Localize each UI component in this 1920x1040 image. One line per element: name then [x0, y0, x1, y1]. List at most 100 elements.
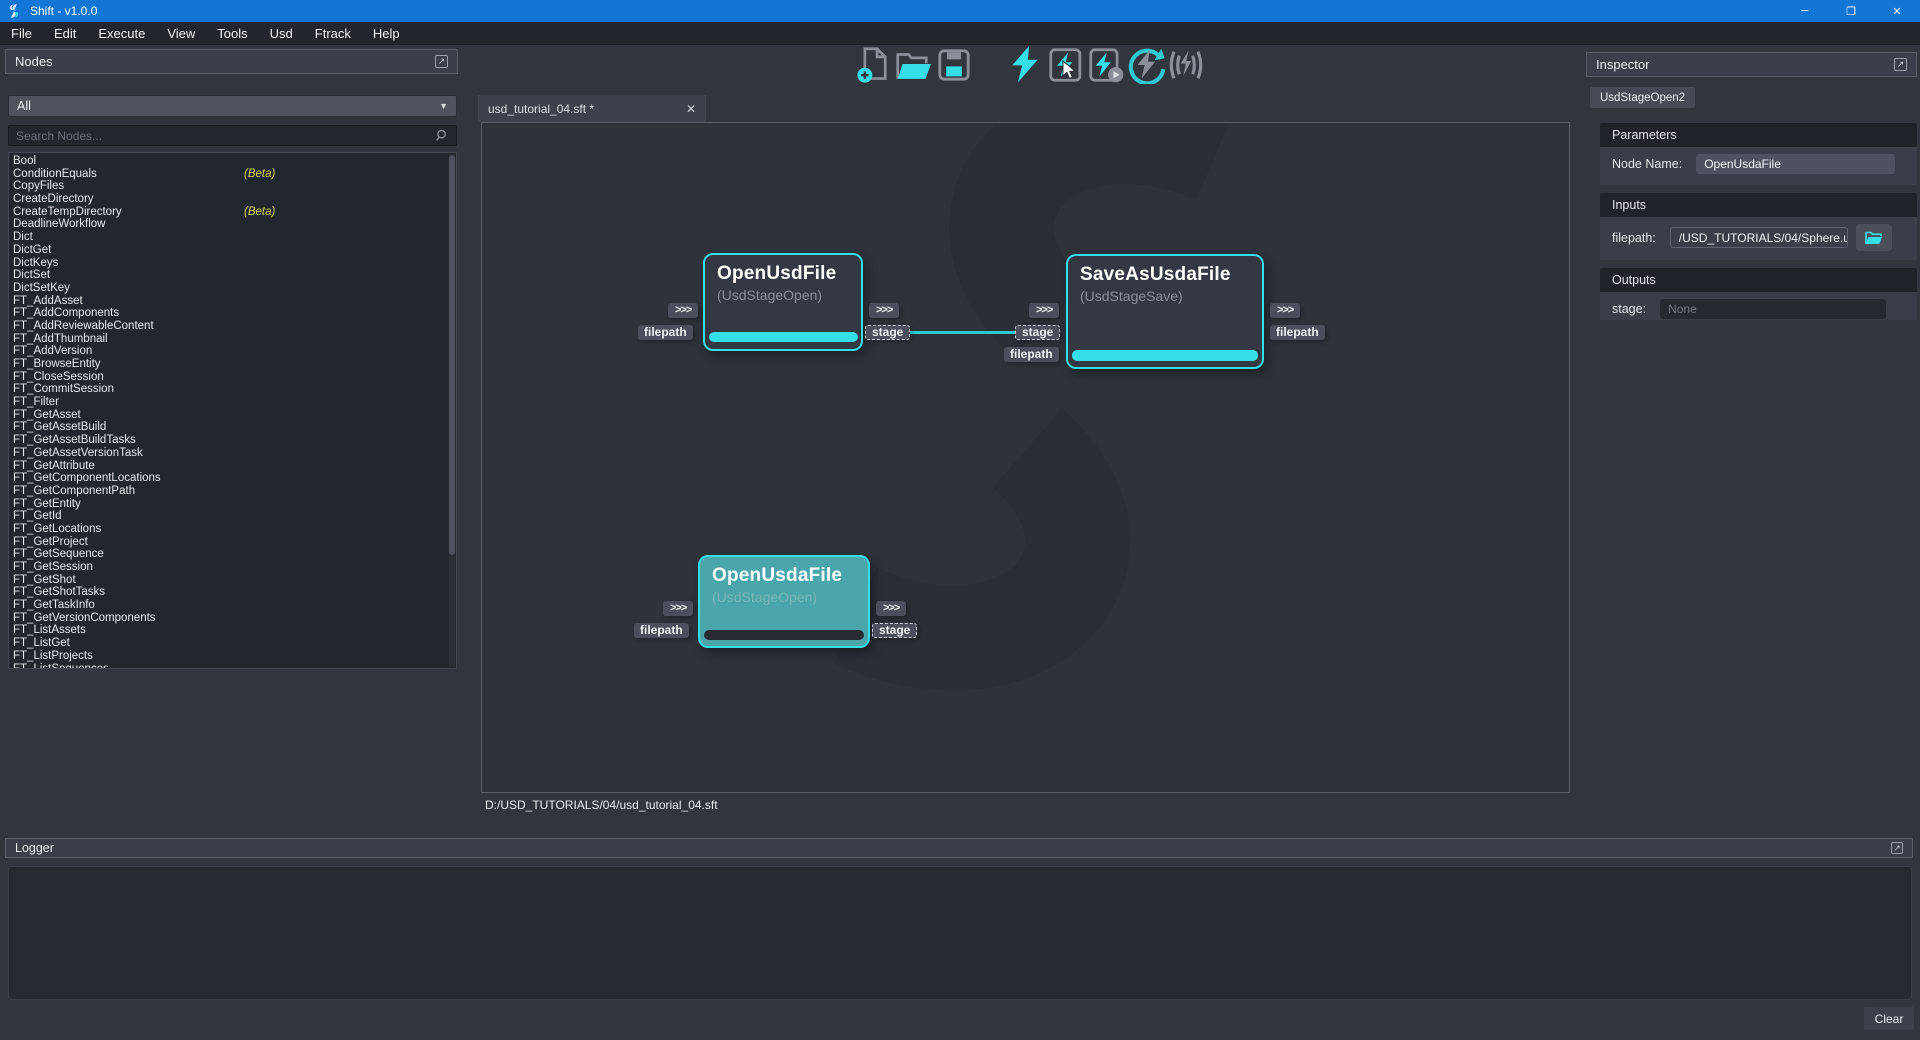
node-type-name: FT_GetSequence — [13, 548, 104, 560]
menu-usd[interactable]: Usd — [259, 22, 304, 45]
list-item[interactable]: ConditionEquals(Beta) — [13, 168, 456, 181]
open-file-button[interactable] — [895, 50, 933, 82]
maximize-button[interactable]: ❐ — [1828, 0, 1874, 22]
logger-title: Logger — [15, 841, 54, 855]
output-flow-port[interactable]: >>> — [1270, 303, 1300, 318]
logger-panel-header: Logger ↗ — [5, 838, 1913, 858]
list-item[interactable]: FT_GetVersionComponents — [13, 612, 456, 625]
list-item[interactable]: FT_CloseSession — [13, 371, 456, 384]
list-item[interactable]: FT_GetAssetVersionTask — [13, 447, 456, 460]
clear-log-button[interactable]: Clear — [1864, 1007, 1914, 1030]
list-item[interactable]: CreateDirectory — [13, 193, 456, 206]
list-item[interactable]: FT_GetShot — [13, 574, 456, 587]
node-type-list[interactable]: BoolConditionEquals(Beta)CopyFilesCreate… — [8, 152, 457, 669]
menu-bar: File Edit Execute View Tools Usd Ftrack … — [0, 22, 1920, 45]
menu-ftrack[interactable]: Ftrack — [304, 22, 362, 45]
list-item[interactable]: CreateTempDirectory(Beta) — [13, 206, 456, 219]
inspector-node-tab[interactable]: UsdStageOpen2 — [1590, 87, 1695, 108]
input-flow-port[interactable]: >>> — [668, 303, 698, 318]
menu-view[interactable]: View — [156, 22, 206, 45]
menu-execute[interactable]: Execute — [87, 22, 156, 45]
list-item[interactable]: DictSetKey — [13, 282, 456, 295]
output-port-stage[interactable]: stage — [865, 325, 910, 340]
list-item[interactable]: FT_GetProject — [13, 536, 456, 549]
output-port-filepath[interactable]: filepath — [1270, 325, 1325, 340]
search-input[interactable] — [16, 129, 436, 143]
node-type-name: DictKeys — [13, 257, 58, 269]
list-item[interactable]: FT_ListAssets — [13, 624, 456, 637]
list-item[interactable]: FT_GetId — [13, 510, 456, 523]
save-file-button[interactable] — [937, 48, 971, 82]
inputs-section: Inputs filepath: /USD_TUTORIALS/04/Spher… — [1600, 193, 1917, 260]
list-item[interactable]: FT_Filter — [13, 396, 456, 409]
node-graph-canvas[interactable]: OpenUsdFile (UsdStageOpen) >>> filepath … — [481, 122, 1570, 793]
scrollbar-thumb[interactable] — [449, 155, 455, 555]
menu-edit[interactable]: Edit — [43, 22, 87, 45]
list-item[interactable]: FT_GetShotTasks — [13, 586, 456, 599]
list-item[interactable]: FT_GetAttribute — [13, 460, 456, 473]
list-item[interactable]: FT_GetAssetBuildTasks — [13, 434, 456, 447]
list-item[interactable]: CopyFiles — [13, 180, 456, 193]
list-item[interactable]: FT_AddReviewableContent — [13, 320, 456, 333]
input-flow-port[interactable]: >>> — [663, 601, 693, 616]
tab-close-icon[interactable]: ✕ — [686, 102, 696, 116]
list-item[interactable]: FT_GetComponentLocations — [13, 472, 456, 485]
node-filter-value: All — [17, 99, 31, 113]
execute-graph-button[interactable] — [1008, 45, 1042, 83]
logger-popup-icon[interactable]: ↗ — [1891, 842, 1903, 854]
list-item[interactable]: DictGet — [13, 244, 456, 257]
node-name-field[interactable]: OpenUsdaFile — [1696, 154, 1895, 174]
list-item[interactable]: FT_GetComponentPath — [13, 485, 456, 498]
document-tab[interactable]: usd_tutorial_04.sft * ✕ — [478, 95, 706, 122]
minimize-button[interactable]: ─ — [1782, 0, 1828, 22]
menu-tools[interactable]: Tools — [206, 22, 258, 45]
input-port-stage[interactable]: stage — [1015, 325, 1060, 340]
new-file-button[interactable] — [855, 46, 891, 84]
browse-file-button[interactable] — [1856, 224, 1892, 251]
node-type-name: DictSetKey — [13, 282, 70, 294]
list-item[interactable]: FT_GetEntity — [13, 498, 456, 511]
list-item[interactable]: FT_BrowseEntity — [13, 358, 456, 371]
list-item[interactable]: FT_AddAsset — [13, 295, 456, 308]
inspector-popup-icon[interactable]: ↗ — [1894, 58, 1907, 71]
list-item[interactable]: FT_AddThumbnail — [13, 333, 456, 346]
node-type-name: FT_GetComponentLocations — [13, 472, 161, 484]
input-flow-port[interactable]: >>> — [1029, 303, 1059, 318]
list-item[interactable]: FT_ListProjects — [13, 650, 456, 663]
node-filter-dropdown[interactable]: All ▼ — [8, 95, 457, 117]
list-item[interactable]: FT_GetAsset — [13, 409, 456, 422]
node-list-scrollbar[interactable] — [449, 154, 455, 667]
list-item[interactable]: DictSet — [13, 269, 456, 282]
output-flow-port[interactable]: >>> — [869, 303, 899, 318]
logger-output-area — [8, 866, 1912, 1000]
list-item[interactable]: FT_AddVersion — [13, 345, 456, 358]
filepath-field[interactable]: /USD_TUTORIALS/04/Sphere.usda — [1670, 227, 1848, 248]
list-item[interactable]: Dict — [13, 231, 456, 244]
output-port-stage[interactable]: stage — [872, 623, 917, 638]
input-port-filepath[interactable]: filepath — [634, 623, 689, 638]
node-type-name: FT_GetAssetVersionTask — [13, 447, 143, 459]
execute-to-node-button[interactable] — [1088, 47, 1124, 83]
list-item[interactable]: DeadlineWorkflow — [13, 218, 456, 231]
output-flow-port[interactable]: >>> — [876, 601, 906, 616]
input-port-filepath[interactable]: filepath — [638, 325, 693, 340]
live-execute-button[interactable] — [1166, 48, 1206, 82]
list-item[interactable]: Bool — [13, 155, 456, 168]
list-item[interactable]: FT_GetAssetBuild — [13, 421, 456, 434]
list-item[interactable]: FT_GetSequence — [13, 548, 456, 561]
re-execute-button[interactable] — [1128, 46, 1166, 84]
list-item[interactable]: DictKeys — [13, 257, 456, 270]
list-item[interactable]: FT_GetLocations — [13, 523, 456, 536]
input-port-filepath[interactable]: filepath — [1004, 347, 1059, 362]
list-item[interactable]: FT_CommitSession — [13, 383, 456, 396]
list-item[interactable]: FT_ListSequences — [13, 663, 456, 670]
node-type-name: FT_GetAssetBuild — [13, 421, 106, 433]
menu-file[interactable]: File — [0, 22, 43, 45]
list-item[interactable]: FT_AddComponents — [13, 307, 456, 320]
close-button[interactable]: ✕ — [1874, 0, 1920, 22]
list-item[interactable]: FT_GetTaskInfo — [13, 599, 456, 612]
menu-help[interactable]: Help — [362, 22, 411, 45]
list-item[interactable]: FT_ListGet — [13, 637, 456, 650]
nodes-panel-popup-icon[interactable]: ↗ — [435, 55, 448, 68]
list-item[interactable]: FT_GetSession — [13, 561, 456, 574]
